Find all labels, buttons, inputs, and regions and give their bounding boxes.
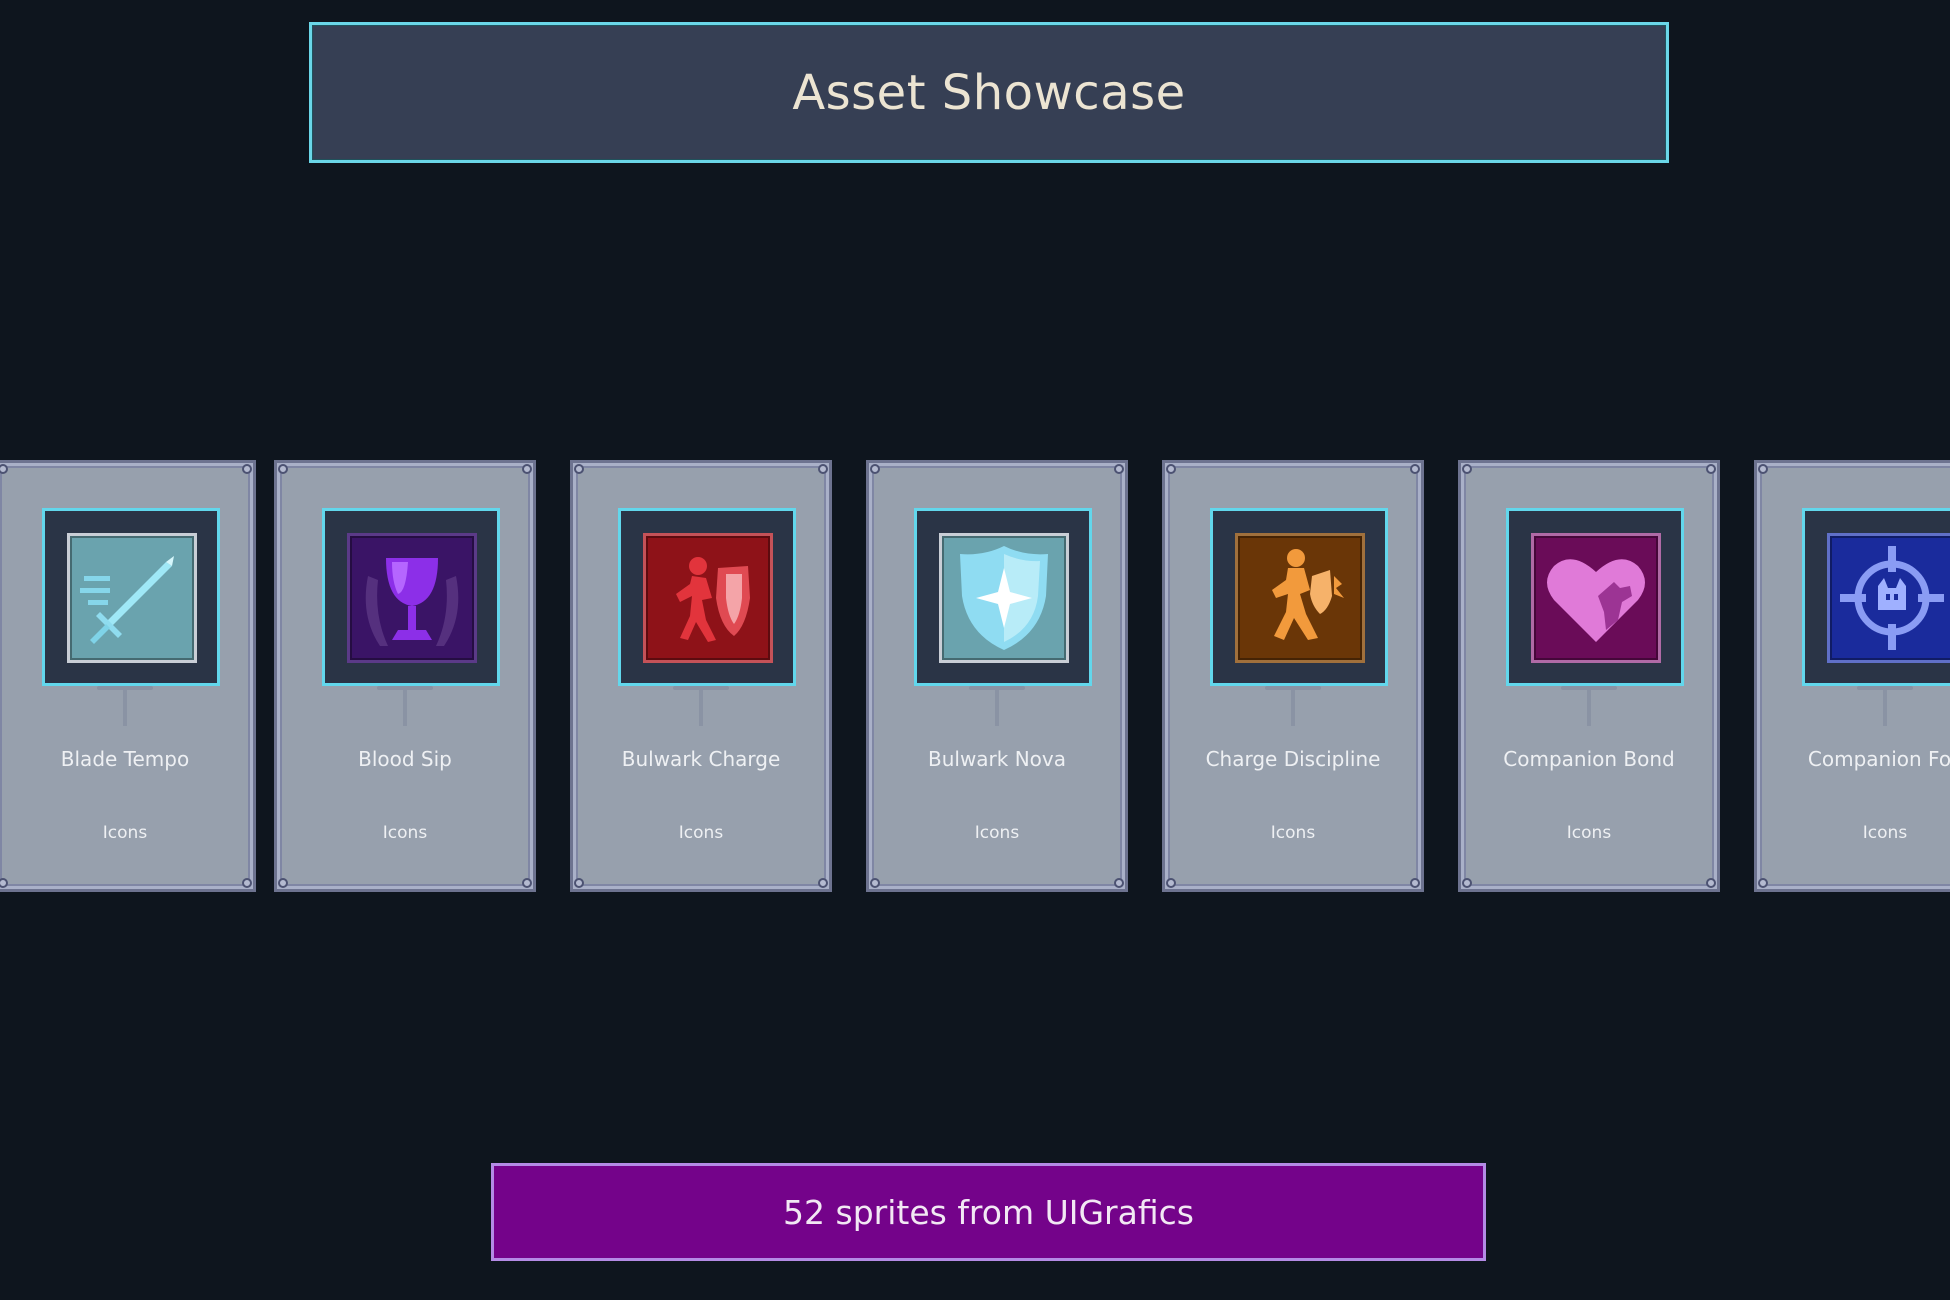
connector [995, 688, 999, 726]
icon-frame [42, 508, 220, 686]
asset-card[interactable]: Blood Sip Icons [274, 460, 536, 892]
rivet [278, 464, 288, 474]
connector [1883, 688, 1887, 726]
card-title: Charge Discipline [1205, 747, 1381, 771]
rivet [870, 878, 880, 888]
asset-showcase-screen: Asset Showcase Blade Tempo Icons Blood S… [0, 0, 1950, 1300]
rivet [1758, 464, 1768, 474]
rivet [242, 878, 252, 888]
card-category: Icons [678, 823, 724, 843]
connector [1587, 688, 1591, 726]
rivet [242, 464, 252, 474]
connector [1291, 688, 1295, 726]
sword-icon [67, 533, 197, 663]
warrior-icon [1235, 533, 1365, 663]
connector [699, 688, 703, 726]
asset-card[interactable]: Blade Tempo Icons [0, 460, 256, 892]
icon-frame [618, 508, 796, 686]
rivet [1114, 878, 1124, 888]
heart-dog-icon [1531, 533, 1661, 663]
crosshair-icon [1827, 533, 1950, 663]
asset-card[interactable]: Bulwark Nova Icons [866, 460, 1128, 892]
card-title: Companion Foc [1807, 747, 1950, 771]
rivet [1166, 878, 1176, 888]
asset-card[interactable]: Companion Foc Icons [1754, 460, 1950, 892]
icon-frame [914, 508, 1092, 686]
asset-card[interactable]: Bulwark Charge Icons [570, 460, 832, 892]
card-category: Icons [1270, 823, 1316, 843]
rivet [818, 878, 828, 888]
card-category: Icons [102, 823, 148, 843]
card-title: Companion Bond [1503, 747, 1675, 771]
rivet [0, 464, 8, 474]
rivet [1462, 878, 1472, 888]
rivet [0, 878, 8, 888]
card-title: Bulwark Nova [927, 747, 1067, 771]
rivet [574, 464, 584, 474]
icon-frame [1506, 508, 1684, 686]
card-category: Icons [1862, 823, 1908, 843]
rivet [870, 464, 880, 474]
star-shield-icon [939, 533, 1069, 663]
rivet [818, 464, 828, 474]
card-category: Icons [1566, 823, 1612, 843]
rivet [1114, 464, 1124, 474]
icon-frame [1210, 508, 1388, 686]
card-category: Icons [382, 823, 428, 843]
rivet [1410, 878, 1420, 888]
sprite-count-banner: 52 sprites from UIGrafics [491, 1163, 1486, 1261]
asset-card[interactable]: Companion Bond Icons [1458, 460, 1720, 892]
rivet [1758, 878, 1768, 888]
page-title: Asset Showcase [792, 64, 1186, 121]
rivet [522, 464, 532, 474]
rivet [574, 878, 584, 888]
rivet [1462, 464, 1472, 474]
rivet [1706, 878, 1716, 888]
asset-card[interactable]: Charge Discipline Icons [1162, 460, 1424, 892]
chalice-icon [347, 533, 477, 663]
card-title: Bulwark Charge [621, 747, 781, 771]
card-title: Blood Sip [358, 747, 452, 771]
connector [123, 688, 127, 726]
asset-card-carousel[interactable]: Blade Tempo Icons Blood Sip Icons Bulwar… [0, 460, 1950, 893]
rivet [278, 878, 288, 888]
rivet [1166, 464, 1176, 474]
icon-frame [322, 508, 500, 686]
card-category: Icons [974, 823, 1020, 843]
rivet [522, 878, 532, 888]
card-title: Blade Tempo [60, 747, 190, 771]
sprite-count-text: 52 sprites from UIGrafics [783, 1192, 1194, 1232]
icon-frame [1802, 508, 1950, 686]
rivet [1706, 464, 1716, 474]
title-panel: Asset Showcase [309, 22, 1669, 163]
charging-shield-icon [643, 533, 773, 663]
rivet [1410, 464, 1420, 474]
connector [403, 688, 407, 726]
